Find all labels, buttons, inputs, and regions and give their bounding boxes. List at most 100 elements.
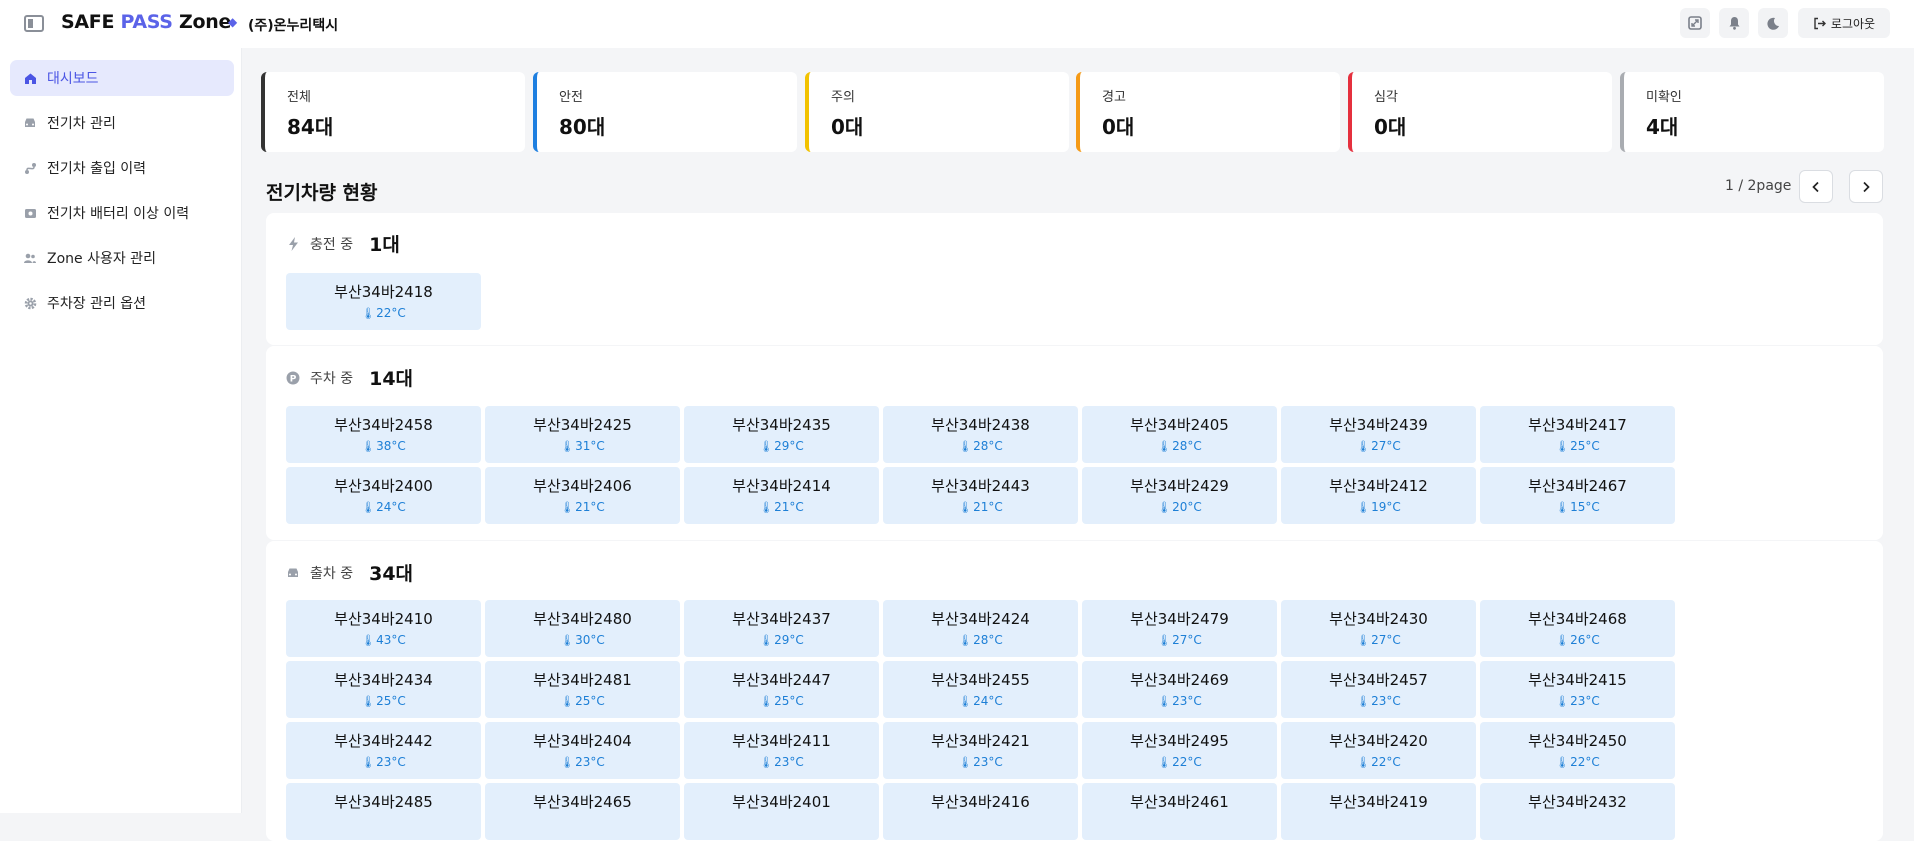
temperature-value: 23°C — [1570, 694, 1600, 708]
temperature-value: 24°C — [376, 500, 406, 514]
vehicle-plate: 부산34바2412 — [1329, 477, 1428, 495]
vehicle-tile[interactable]: 부산34바2485 — [286, 783, 481, 840]
sidebar-item-parking-options[interactable]: 주차장 관리 옵션 — [10, 285, 234, 321]
sidebar-item-dashboard[interactable]: 대시보드 — [10, 60, 234, 96]
logout-label: 로그아웃 — [1830, 16, 1876, 31]
vehicle-tile[interactable]: 부산34바2458 🌡38°C — [286, 406, 481, 463]
temperature-value: 23°C — [575, 755, 605, 769]
page-title: 전기차량 현황 — [266, 182, 378, 204]
vehicle-tile[interactable]: 부산34바2404 🌡23°C — [485, 722, 680, 779]
sidebar-item-ev-management[interactable]: 전기차 관리 — [10, 105, 234, 141]
parking-icon: P — [286, 371, 300, 385]
vehicle-tile[interactable]: 부산34바2467 🌡15°C — [1480, 467, 1675, 524]
group-count: 1대 — [369, 234, 400, 256]
vehicle-tile[interactable]: 부산34바2420 🌡22°C — [1281, 722, 1476, 779]
vehicle-tile[interactable]: 부산34바2418 🌡22°C — [286, 273, 481, 330]
vehicle-tile[interactable]: 부산34바2447 🌡25°C — [684, 661, 879, 718]
thermometer-icon: 🌡 — [361, 756, 376, 769]
vehicle-tile[interactable]: 부산34바2411 🌡23°C — [684, 722, 879, 779]
vehicle-temperature: 🌡23°C — [286, 755, 481, 769]
theme-toggle-button[interactable] — [1758, 8, 1788, 38]
vehicle-tile[interactable]: 부산34바2439 🌡27°C — [1281, 406, 1476, 463]
temperature-value: 22°C — [1172, 755, 1202, 769]
vehicle-tile[interactable]: 부산34바2424 🌡28°C — [883, 600, 1078, 657]
fullscreen-button[interactable] — [1680, 8, 1710, 38]
vehicle-temperature: 🌡23°C — [883, 755, 1078, 769]
sidebar-item-label: 대시보드 — [47, 71, 99, 87]
vehicle-tile[interactable]: 부산34바2412 🌡19°C — [1281, 467, 1476, 524]
vehicle-tile[interactable]: 부산34바2457 🌡23°C — [1281, 661, 1476, 718]
vehicle-temperature: 🌡22°C — [1281, 755, 1476, 769]
vehicle-tile[interactable]: 부산34바2455 🌡24°C — [883, 661, 1078, 718]
group-label: 주차 중 — [310, 370, 354, 387]
stat-value: 84대 — [287, 115, 334, 139]
top-header: SAFE PASS Zone ◆ (주)온누리택시 로그아웃 — [0, 0, 1914, 48]
vehicle-tile[interactable]: 부산34바2417 🌡25°C — [1480, 406, 1675, 463]
thermometer-icon: 🌡 — [1555, 634, 1570, 647]
sidebar-item-zone-users[interactable]: Zone 사용자 관리 — [10, 240, 234, 276]
vehicle-tile[interactable]: 부산34바2469 🌡23°C — [1082, 661, 1277, 718]
vehicle-tile[interactable]: 부산34바2468 🌡26°C — [1480, 600, 1675, 657]
vehicle-tile[interactable]: 부산34바2481 🌡25°C — [485, 661, 680, 718]
thermometer-icon: 🌡 — [1157, 501, 1172, 514]
vehicle-temperature: 🌡27°C — [1281, 633, 1476, 647]
vehicle-tile[interactable]: 부산34바2425 🌡31°C — [485, 406, 680, 463]
vehicle-tile[interactable]: 부산34바2480 🌡30°C — [485, 600, 680, 657]
stat-label: 심각 — [1374, 90, 1398, 105]
thermometer-icon: 🌡 — [958, 440, 973, 453]
charging-group-panel: 충전 중 1대 부산34바2418 🌡22°C — [266, 213, 1883, 345]
vehicle-tile[interactable]: 부산34바2442 🌡23°C — [286, 722, 481, 779]
next-page-button[interactable] — [1849, 170, 1883, 203]
vehicle-tile[interactable]: 부산34바2443 🌡21°C — [883, 467, 1078, 524]
vehicle-temperature: 🌡25°C — [485, 694, 680, 708]
vehicle-temperature: 🌡29°C — [684, 633, 879, 647]
vehicle-plate: 부산34바2415 — [1528, 671, 1627, 689]
brand-logo[interactable]: SAFE PASS Zone — [61, 11, 231, 33]
temperature-value: 29°C — [774, 439, 804, 453]
vehicle-tile[interactable]: 부산34바2479 🌡27°C — [1082, 600, 1277, 657]
group-label: 충전 중 — [310, 236, 354, 253]
vehicle-plate: 부산34바2447 — [732, 671, 831, 689]
vehicle-tile[interactable]: 부산34바2419 — [1281, 783, 1476, 840]
temperature-value: 28°C — [1172, 439, 1202, 453]
vehicle-tile[interactable]: 부산34바2438 🌡28°C — [883, 406, 1078, 463]
vehicle-tile[interactable]: 부산34바2410 🌡43°C — [286, 600, 481, 657]
vehicle-plate: 부산34바2416 — [931, 793, 1030, 811]
temperature-value: 27°C — [1371, 439, 1401, 453]
vehicle-tile[interactable]: 부산34바2429 🌡20°C — [1082, 467, 1277, 524]
prev-page-button[interactable] — [1799, 170, 1833, 203]
sidebar-toggle-icon[interactable] — [24, 15, 44, 32]
users-icon — [23, 251, 37, 265]
vehicle-tile[interactable]: 부산34바2450 🌡22°C — [1480, 722, 1675, 779]
group-label: 출차 중 — [310, 565, 354, 582]
vehicle-tile[interactable]: 부산34바2400 🌡24°C — [286, 467, 481, 524]
vehicle-tile[interactable]: 부산34바2415 🌡23°C — [1480, 661, 1675, 718]
vehicle-tile[interactable]: 부산34바2495 🌡22°C — [1082, 722, 1277, 779]
vehicle-plate: 부산34바2424 — [931, 610, 1030, 628]
vehicle-tile[interactable]: 부산34바2405 🌡28°C — [1082, 406, 1277, 463]
logout-button[interactable]: 로그아웃 — [1798, 8, 1890, 38]
vehicle-plate: 부산34바2435 — [732, 416, 831, 434]
bell-icon — [1729, 17, 1739, 30]
vehicle-plate: 부산34바2467 — [1528, 477, 1627, 495]
vehicle-tile[interactable]: 부산34바2432 — [1480, 783, 1675, 840]
vehicle-tile[interactable]: 부산34바2437 🌡29°C — [684, 600, 879, 657]
notification-button[interactable] — [1719, 8, 1749, 38]
brand-pass: PASS — [120, 11, 173, 33]
sidebar-item-ev-access-history[interactable]: 전기차 출입 이력 — [10, 150, 234, 186]
temperature-value: 27°C — [1371, 633, 1401, 647]
vehicle-tile[interactable]: 부산34바2401 — [684, 783, 879, 840]
vehicle-temperature: 🌡23°C — [1480, 694, 1675, 708]
sidebar-item-battery-anomaly-history[interactable]: 전기차 배터리 이상 이력 — [10, 195, 234, 231]
vehicle-tile[interactable]: 부산34바2435 🌡29°C — [684, 406, 879, 463]
temperature-value: 22°C — [1371, 755, 1401, 769]
vehicle-tile[interactable]: 부산34바2414 🌡21°C — [684, 467, 879, 524]
vehicle-tile[interactable]: 부산34바2461 — [1082, 783, 1277, 840]
vehicle-tile[interactable]: 부산34바2416 — [883, 783, 1078, 840]
vehicle-tile[interactable]: 부산34바2465 — [485, 783, 680, 840]
vehicle-tile[interactable]: 부산34바2430 🌡27°C — [1281, 600, 1476, 657]
vehicle-tile[interactable]: 부산34바2434 🌡25°C — [286, 661, 481, 718]
vehicle-tile[interactable]: 부산34바2406 🌡21°C — [485, 467, 680, 524]
vehicle-tile[interactable]: 부산34바2421 🌡23°C — [883, 722, 1078, 779]
vehicle-plate: 부산34바2404 — [533, 732, 632, 750]
